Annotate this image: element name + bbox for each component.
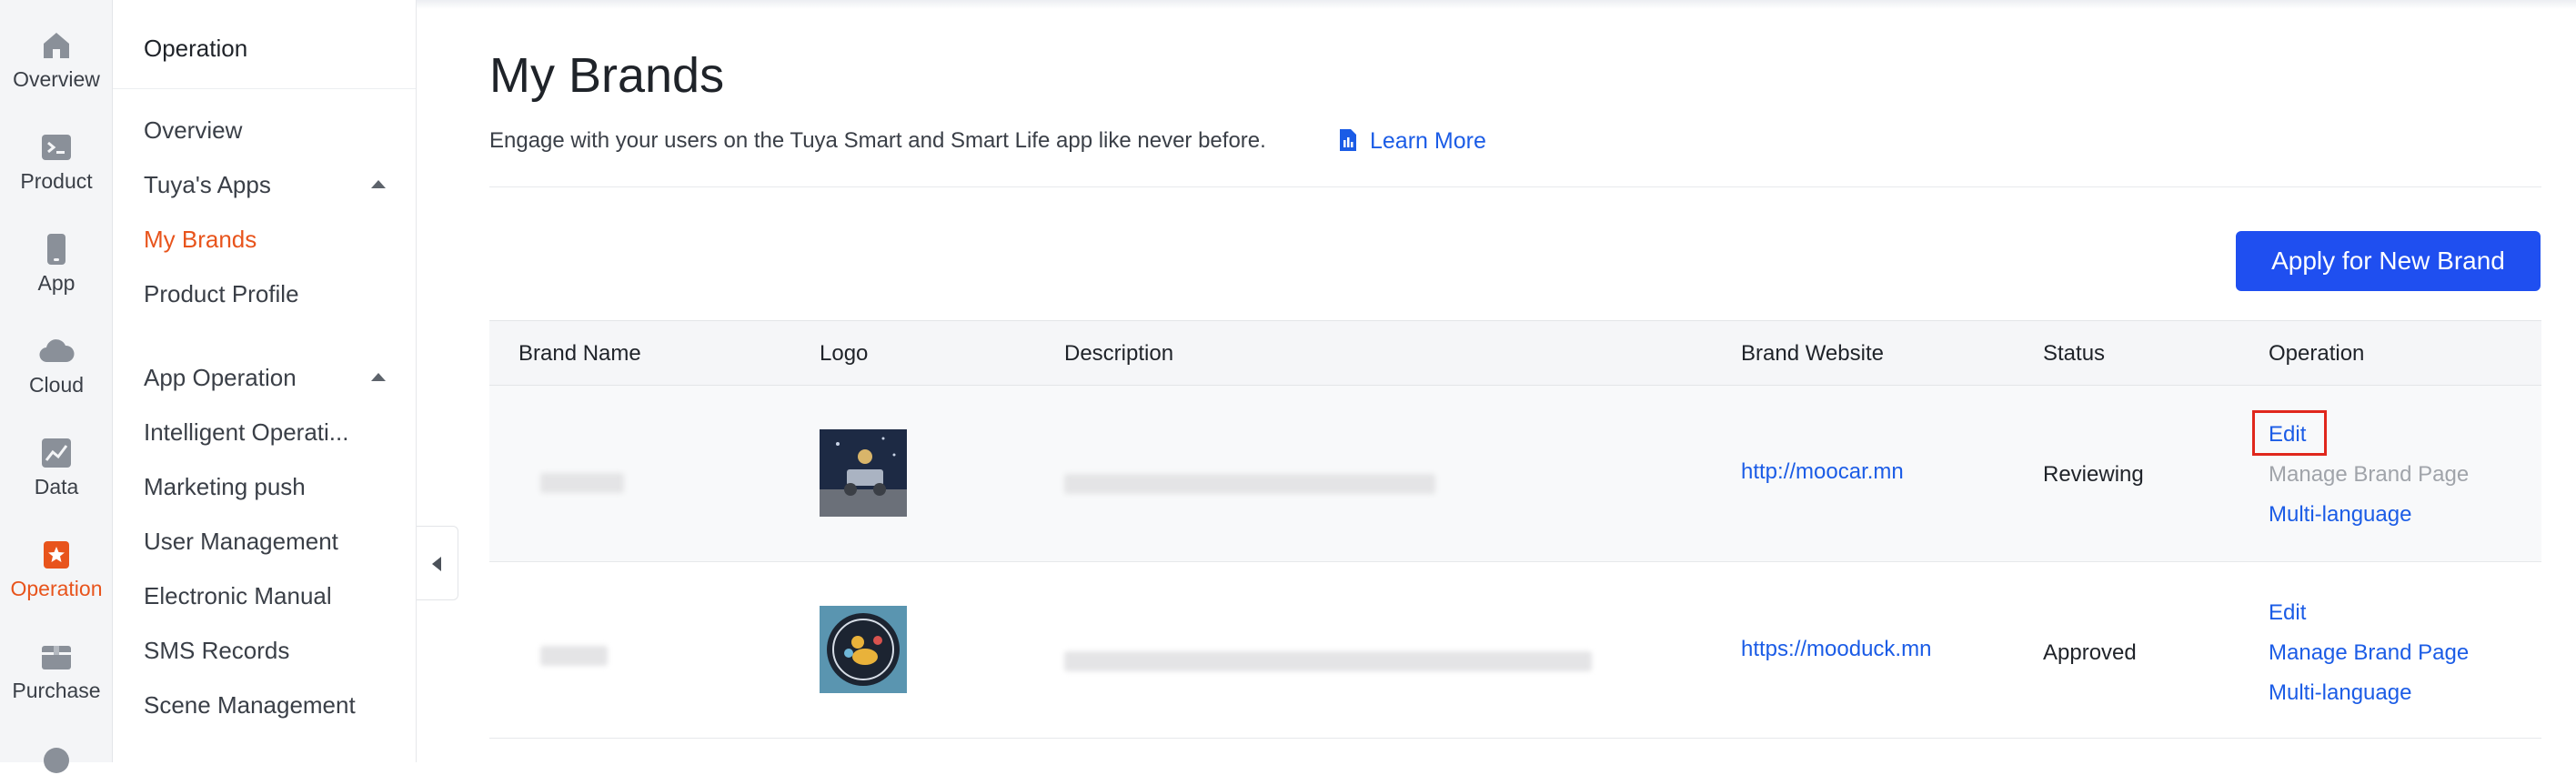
sidebar-title: Operation bbox=[144, 35, 248, 62]
rail-item-purchase[interactable]: Purchase bbox=[0, 639, 113, 703]
sidebar-item-my-brands[interactable]: My Brands bbox=[144, 226, 398, 254]
primary-nav-rail: Overview Product App Cloud Data Operatio… bbox=[0, 0, 113, 773]
collapse-left-icon bbox=[432, 557, 441, 571]
phone-icon bbox=[47, 234, 65, 265]
rail-item-cloud[interactable]: Cloud bbox=[0, 333, 113, 398]
brand-name-redacted bbox=[540, 473, 624, 493]
status-text: Reviewing bbox=[2043, 462, 2144, 487]
home-icon bbox=[44, 33, 69, 58]
brand-logo-image bbox=[820, 429, 907, 517]
rail-label-product: Product bbox=[20, 169, 93, 193]
rail-label-app: App bbox=[37, 271, 75, 295]
manage-brand-page-link[interactable]: Manage Brand Page bbox=[2269, 640, 2469, 666]
sidebar-item-product-profile[interactable]: Product Profile bbox=[144, 280, 398, 308]
table-row: http://moocar.mn Reviewing Edit Manage B… bbox=[489, 386, 2541, 562]
column-header-status: Status bbox=[2043, 341, 2106, 366]
sidebar-item-marketing-push[interactable]: Marketing push bbox=[144, 473, 398, 501]
table-row: https://mooduck.mn Approved Edit Manage … bbox=[489, 562, 2541, 739]
rail-label-cloud: Cloud bbox=[28, 373, 85, 397]
rail-label-purchase: Purchase bbox=[12, 679, 101, 702]
description-redacted bbox=[1064, 474, 1435, 494]
sidebar-item-intelligent-operation[interactable]: Intelligent Operati... bbox=[144, 418, 398, 447]
rail-label-overview: Overview bbox=[13, 67, 100, 91]
sidebar-item-scene-management[interactable]: Scene Management bbox=[144, 691, 398, 720]
more-icon bbox=[44, 748, 69, 773]
brand-website-link[interactable]: https://mooduck.mn bbox=[1741, 637, 1931, 662]
rail-label-data: Data bbox=[34, 475, 79, 498]
rail-item-operation[interactable]: Operation bbox=[0, 537, 113, 601]
brand-name-redacted bbox=[540, 646, 608, 666]
column-header-brand-website: Brand Website bbox=[1741, 341, 1884, 366]
secondary-sidebar: Operation Overview Tuya's Apps My Brands… bbox=[113, 0, 417, 762]
brand-website-link[interactable]: http://moocar.mn bbox=[1741, 459, 1904, 485]
chart-icon bbox=[42, 438, 71, 468]
box-icon bbox=[42, 646, 71, 669]
caret-up-icon[interactable] bbox=[371, 373, 386, 381]
edit-link[interactable]: Edit bbox=[2269, 422, 2306, 448]
sidebar-item-overview[interactable]: Overview bbox=[144, 116, 398, 145]
document-icon[interactable] bbox=[1338, 127, 1358, 153]
sidebar-divider bbox=[113, 88, 416, 89]
page-subtitle: Engage with your users on the Tuya Smart… bbox=[489, 128, 1266, 153]
manage-brand-page-link-disabled: Manage Brand Page bbox=[2269, 462, 2470, 487]
operation-icon bbox=[44, 541, 69, 569]
header-divider bbox=[489, 186, 2541, 187]
sidebar-item-electronic-manual[interactable]: Electronic Manual bbox=[144, 582, 398, 610]
apply-new-brand-button[interactable]: Apply for New Brand bbox=[2236, 231, 2541, 291]
sidebar-group-tuyas-apps[interactable]: Tuya's Apps bbox=[144, 171, 398, 199]
brand-logo-image bbox=[820, 606, 907, 693]
sidebar-group-app-operation[interactable]: App Operation bbox=[144, 364, 398, 392]
rail-item-more[interactable] bbox=[0, 739, 113, 775]
rail-item-overview[interactable]: Overview bbox=[0, 27, 113, 92]
column-header-description: Description bbox=[1064, 341, 1174, 366]
sidebar-item-sms-records[interactable]: SMS Records bbox=[144, 637, 398, 665]
rail-label-operation: Operation bbox=[10, 577, 103, 600]
page-title: My Brands bbox=[489, 48, 725, 103]
column-header-operation: Operation bbox=[2269, 341, 2365, 366]
edit-link[interactable]: Edit bbox=[2269, 600, 2306, 626]
rail-item-product[interactable]: Product bbox=[0, 129, 113, 194]
rail-item-app[interactable]: App bbox=[0, 231, 113, 296]
cloud-icon bbox=[39, 339, 75, 363]
rail-item-data[interactable]: Data bbox=[0, 435, 113, 499]
column-header-brand-name: Brand Name bbox=[518, 341, 641, 366]
sidebar-item-user-management[interactable]: User Management bbox=[144, 528, 398, 556]
sidebar-collapse-button[interactable] bbox=[417, 526, 458, 600]
status-text: Approved bbox=[2043, 640, 2137, 665]
description-redacted bbox=[1064, 651, 1592, 671]
table-header: Brand Name Logo Description Brand Websit… bbox=[489, 320, 2541, 386]
caret-up-icon[interactable] bbox=[371, 180, 386, 188]
multi-language-link[interactable]: Multi-language bbox=[2269, 502, 2411, 528]
learn-more-link[interactable]: Learn More bbox=[1370, 128, 1486, 155]
terminal-icon bbox=[42, 135, 71, 160]
multi-language-link[interactable]: Multi-language bbox=[2269, 680, 2411, 706]
column-header-logo: Logo bbox=[820, 341, 869, 366]
